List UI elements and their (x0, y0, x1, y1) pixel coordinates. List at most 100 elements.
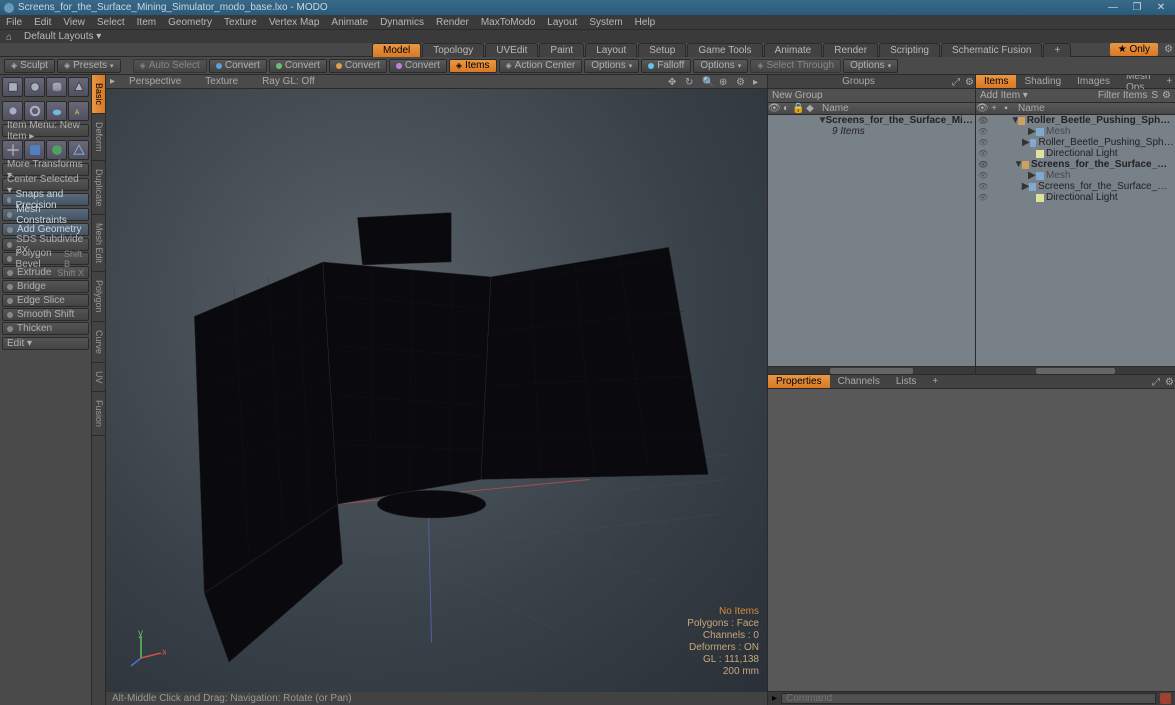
tab-animate[interactable]: Animate (764, 43, 823, 57)
globe-tool[interactable] (46, 140, 67, 160)
cone-tool[interactable] (68, 77, 89, 97)
toolbar-items[interactable]: ◈Items (449, 59, 497, 73)
items-col-add-icon[interactable]: + (988, 103, 1000, 114)
viewport-tab-perspective[interactable]: Perspective (119, 76, 191, 87)
items-col-lock-icon[interactable]: ▪ (1000, 103, 1012, 114)
vtab-duplicate[interactable]: Duplicate (92, 161, 105, 216)
menu-maxtomodo[interactable]: MaxToModo (481, 17, 535, 28)
groups-hscroll[interactable] (768, 366, 975, 374)
vp-gear-icon[interactable]: ⚙ (736, 77, 746, 87)
record-button[interactable] (1160, 693, 1171, 704)
filter-s-icon[interactable]: S (1151, 90, 1158, 101)
props-gear-icon[interactable]: ⚙ (1165, 377, 1175, 387)
menu-item[interactable]: Item (137, 17, 156, 28)
toolbar-convert[interactable]: Convert (209, 59, 267, 73)
tab-scripting[interactable]: Scripting (879, 43, 940, 57)
props-max-icon[interactable]: ⤢ (1152, 377, 1162, 387)
menu-select[interactable]: Select (97, 17, 125, 28)
sphere-tool[interactable] (24, 77, 45, 97)
group-row[interactable]: ▼Screens_for_the_Surface_Mini ... (768, 115, 975, 126)
props-tab-channels[interactable]: Channels (830, 375, 888, 388)
op-bridge[interactable]: Bridge (2, 280, 89, 293)
close-button[interactable]: ✕ (1151, 2, 1171, 14)
vp-camera-icon[interactable]: ⊕ (719, 77, 729, 87)
toolbar-convert[interactable]: Convert (329, 59, 387, 73)
menu-system[interactable]: System (589, 17, 622, 28)
vp-move-icon[interactable]: ✥ (668, 77, 678, 87)
filter-items-button[interactable]: Filter Items (1098, 90, 1147, 101)
tab-topology[interactable]: Topology (422, 43, 484, 57)
menu-file[interactable]: File (6, 17, 22, 28)
axis-widget[interactable]: xy (126, 628, 166, 668)
items-tab-add[interactable]: + (1158, 75, 1175, 88)
item-row[interactable]: 👁▶Mesh (976, 170, 1175, 181)
home-icon[interactable]: ⌂ (6, 32, 16, 42)
col-color-icon[interactable]: ◆ (804, 103, 816, 114)
tab-uvedit[interactable]: UVEdit (485, 43, 538, 57)
tab-add[interactable]: + (1043, 43, 1071, 57)
toolbar-options[interactable]: Options▾ (693, 59, 748, 73)
menu-texture[interactable]: Texture (224, 17, 257, 28)
item-row[interactable]: 👁▼Screens_for_the_Surface_Mini ... (976, 159, 1175, 170)
col-vis-icon[interactable]: 👁 (768, 103, 780, 114)
viewport-options-icon[interactable]: ▸ (110, 76, 115, 87)
torus-tool[interactable] (24, 101, 45, 121)
tab-layout[interactable]: Layout (585, 43, 637, 57)
toolbar-convert[interactable]: Convert (389, 59, 447, 73)
capsule-tool[interactable] (2, 101, 23, 121)
items-tab-shading[interactable]: Shading (1016, 75, 1069, 88)
tab-render[interactable]: Render (823, 43, 878, 57)
menu-view[interactable]: View (63, 17, 85, 28)
items-col-vis-icon[interactable]: 👁 (976, 103, 988, 114)
items-tab-meshops[interactable]: Mesh Ops (1118, 75, 1158, 88)
groups-tree[interactable]: ▼Screens_for_the_Surface_Mini ...9 Items (768, 115, 975, 366)
toolbar-convert[interactable]: Convert (269, 59, 327, 73)
items-tree[interactable]: 👁▼Roller_Beetle_Pushing_Sphere_Dirt_...👁… (976, 115, 1175, 366)
menu-vertexmap[interactable]: Vertex Map (269, 17, 320, 28)
item-menu-dropdown[interactable]: Item Menu: New Item ▸ (2, 124, 89, 137)
vp-max-icon[interactable]: ▸ (753, 77, 763, 87)
toolbar-options[interactable]: Options▾ (843, 59, 898, 73)
item-row[interactable]: 👁▶Screens_for_the_Surface_Mining_... (976, 181, 1175, 192)
filter-gear-icon[interactable]: ⚙ (1162, 90, 1171, 101)
op-thicken[interactable]: Thicken (2, 322, 89, 335)
groups-max-icon[interactable]: ⤢ (952, 77, 962, 87)
move-tool[interactable] (2, 140, 23, 160)
add-item-dropdown[interactable]: Add Item ▾ (980, 90, 1028, 101)
edit-dropdown[interactable]: Edit ▾ (2, 337, 89, 350)
mesh-constraints-header[interactable]: Mesh Constraints (2, 208, 89, 221)
new-group-button[interactable]: New Group (772, 90, 823, 101)
vtab-basic[interactable]: Basic (92, 75, 105, 114)
toolbar-selectthrough[interactable]: ◈Select Through (750, 59, 841, 73)
vp-zoom-icon[interactable]: 🔍 (702, 77, 712, 87)
toolbar-actioncenter[interactable]: ◈Action Center (499, 59, 583, 73)
menu-help[interactable]: Help (635, 17, 656, 28)
vtab-deform[interactable]: Deform (92, 114, 105, 161)
props-tab-lists[interactable]: Lists (888, 375, 925, 388)
grid-tool[interactable] (24, 140, 45, 160)
vtab-polygon[interactable]: Polygon (92, 272, 105, 322)
scale-tool[interactable] (68, 140, 89, 160)
toolbar-sculpt[interactable]: ◈Sculpt (4, 59, 55, 73)
tab-setup[interactable]: Setup (638, 43, 686, 57)
group-row[interactable]: 9 Items (768, 126, 975, 137)
items-hscroll[interactable] (976, 366, 1175, 374)
cmd-chevron-icon[interactable]: ▸ (772, 693, 777, 704)
item-row[interactable]: 👁▼Roller_Beetle_Pushing_Sphere_Dirt_... (976, 115, 1175, 126)
item-row[interactable]: 👁▶Mesh (976, 126, 1175, 137)
props-tab-properties[interactable]: Properties (768, 375, 830, 388)
col-lock-icon[interactable]: 🔒 (792, 103, 804, 114)
items-tab-items[interactable]: Items (976, 75, 1016, 88)
command-input[interactable] (781, 693, 1156, 704)
toolbar-autoselect[interactable]: ◈Auto Select (133, 59, 207, 73)
groups-gear-icon[interactable]: ⚙ (965, 77, 975, 87)
vtab-uv[interactable]: UV (92, 363, 105, 393)
tab-model[interactable]: Model (372, 43, 421, 57)
op-edgeslice[interactable]: Edge Slice (2, 294, 89, 307)
viewport-tab-raygl[interactable]: Ray GL: Off (252, 76, 325, 87)
item-row[interactable]: 👁Directional Light (976, 148, 1175, 159)
cylinder-tool[interactable] (46, 77, 67, 97)
viewport-canvas[interactable]: xy No Items Polygons : Face Channels : 0… (106, 89, 767, 692)
maximize-button[interactable]: ❐ (1127, 2, 1147, 14)
tab-gametools[interactable]: Game Tools (687, 43, 762, 57)
